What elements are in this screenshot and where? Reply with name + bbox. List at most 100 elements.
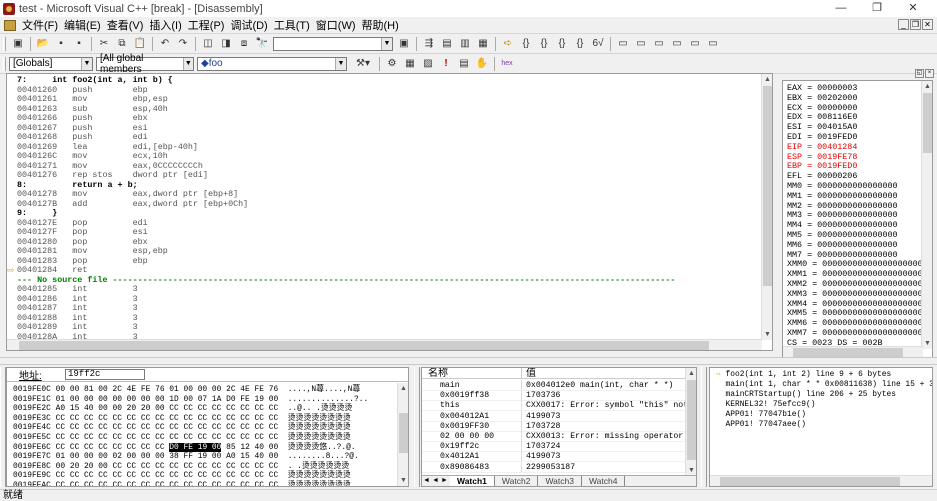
chevron-down-icon[interactable]: ▼ xyxy=(335,57,346,70)
memory-window-icon[interactable]: ▭ xyxy=(668,36,686,52)
memory-row[interactable]: 0019FE2C A0 15 40 00 00 20 20 00 CC CC C… xyxy=(13,404,352,414)
watch-row-value[interactable]: 4199073 xyxy=(522,411,690,421)
callstack-window[interactable]: ⇨ foo2(int 1, int 2) line 9 + 6 bytes ma… xyxy=(709,367,933,487)
register-value[interactable]: MM0 = 0000000000000000 xyxy=(787,181,898,191)
find-combo[interactable]: ▼ xyxy=(273,36,393,51)
watch-row-name[interactable]: 0x89086483 xyxy=(422,461,522,472)
watch-col-name[interactable]: 名称 xyxy=(422,368,522,379)
hand-icon[interactable]: ✋ xyxy=(473,56,491,72)
mdi-close-button[interactable]: ✕ xyxy=(922,19,933,30)
register-value[interactable]: ECX = 00000000 xyxy=(787,103,857,113)
register-value[interactable]: MM7 = 0000000000000000 xyxy=(787,250,898,260)
disassembly-vscrollbar[interactable]: ▲ ▼ xyxy=(761,74,772,340)
disasm-line[interactable]: 00401289 int 3 xyxy=(17,323,138,332)
callstack-frame[interactable]: APP01! 77047b1e() xyxy=(716,410,806,420)
chevron-down-icon[interactable]: ▼ xyxy=(381,37,392,50)
watch-col-value[interactable]: 值 xyxy=(522,368,690,379)
register-value[interactable]: EFL = 00000206 xyxy=(787,171,857,181)
mdi-restore-button[interactable]: ❐ xyxy=(910,19,921,30)
filter-combo[interactable]: [All global members ▼ xyxy=(96,53,194,75)
register-value[interactable]: XMM0 = 0000000000000000000000 xyxy=(787,259,932,269)
address-input[interactable]: 19ff2c xyxy=(65,369,145,380)
open-icon[interactable]: 📂 xyxy=(34,36,52,52)
scroll-thumb[interactable] xyxy=(19,341,709,350)
minimize-button[interactable]: — xyxy=(823,0,859,17)
scroll-up-icon[interactable]: ▲ xyxy=(762,74,772,85)
first-tab-icon[interactable]: ◄ xyxy=(422,476,431,486)
register-value[interactable]: MM3 = 0000000000000000 xyxy=(787,210,898,220)
watch-row-value[interactable]: 1703724 xyxy=(522,441,690,451)
registers-window[interactable]: EAX = 00000003 EBX = 00202000 ECX = 000000… xyxy=(782,80,933,358)
compile-icon[interactable]: ⇶ xyxy=(420,36,438,52)
callstack-window-icon[interactable]: ▭ xyxy=(686,36,704,52)
disasm-line[interactable]: 00401285 int 3 xyxy=(17,285,138,294)
document-icon[interactable] xyxy=(4,19,16,31)
register-value[interactable]: ESI = 004015A0 xyxy=(787,122,857,132)
exclamation-icon[interactable]: ! xyxy=(437,56,455,72)
callstack-frame[interactable]: ⇨ foo2(int 1, int 2) line 9 + 6 bytes xyxy=(716,370,891,380)
memory-row[interactable]: 0019FE6C CC CC CC CC CC CC CC CC D0 FE 1… xyxy=(13,442,356,453)
register-value[interactable]: XMM2 = 0000000000000000000000 xyxy=(787,279,932,289)
memory-row[interactable]: 0019FE4C CC CC CC CC CC CC CC CC CC CC C… xyxy=(13,423,351,433)
scroll-down-icon[interactable]: ▼ xyxy=(398,475,408,486)
workspace-icon[interactable]: ▣ xyxy=(9,36,27,52)
watch-window-icon[interactable]: ▭ xyxy=(614,36,632,52)
save-icon[interactable]: ▪ xyxy=(52,36,70,52)
toolbar-grip[interactable] xyxy=(3,56,6,71)
watch-row-value[interactable]: 1703728 xyxy=(522,421,690,431)
callstack-hscrollbar[interactable] xyxy=(710,475,932,486)
scroll-up-icon[interactable]: ▲ xyxy=(922,81,932,92)
callstack-frame[interactable]: mainCRTStartup() line 206 + 25 bytes xyxy=(716,390,895,400)
register-value[interactable]: EDI = 0019FED0 xyxy=(787,132,857,142)
disasm-line[interactable]: 00401287 int 3 xyxy=(17,304,138,313)
redo-icon[interactable]: ↷ xyxy=(174,36,192,52)
watch-row-value[interactable]: 2299053187 xyxy=(522,462,690,472)
batch-build-icon[interactable]: ▨ xyxy=(419,56,437,72)
register-value[interactable]: XMM6 = 0000000000000000000000 xyxy=(787,318,932,328)
memory-row[interactable]: 0019FE9C CC CC CC CC CC CC CC CC CC CC C… xyxy=(13,471,351,481)
watch-row-name[interactable]: 02 00 00 00 xyxy=(422,431,522,441)
chevron-down-icon[interactable]: ▼ xyxy=(182,57,193,70)
memory-window[interactable]: 地址: 19ff2c 0019FE0C 00 00 81 00 2C 4E FE… xyxy=(6,367,409,487)
registers-window-icon[interactable]: ▭ xyxy=(650,36,668,52)
scroll-thumb[interactable] xyxy=(793,348,903,357)
find-icon[interactable]: ▣ xyxy=(395,36,413,52)
watch-window[interactable]: 名称 值 main 0x004012e0 main(int, char * *) 0… xyxy=(421,367,697,487)
prev-tab-icon[interactable]: ◄ xyxy=(431,476,440,486)
memory-row[interactable]: 0019FEAC CC CC CC CC CC CC CC CC CC CC C… xyxy=(13,481,351,486)
memory-row[interactable]: 0019FE7C 01 00 00 00 02 00 00 00 38 FF 1… xyxy=(13,452,359,462)
watch-row-name[interactable]: 0x0019FF30 xyxy=(422,420,522,431)
menu-project[interactable]: 工程(P) xyxy=(185,17,228,33)
scroll-down-icon[interactable]: ▼ xyxy=(922,338,932,349)
compile-file-icon[interactable]: ⚙ xyxy=(383,56,401,72)
run-to-cursor-icon[interactable]: {} xyxy=(571,36,589,52)
mdi-minimize-button[interactable]: _ xyxy=(898,19,909,30)
next-tab-icon[interactable]: ► xyxy=(440,476,449,486)
execute-icon[interactable]: ▦ xyxy=(474,36,492,52)
go-icon[interactable]: ➪ xyxy=(499,36,517,52)
register-value[interactable]: MM4 = 0000000000000000 xyxy=(787,220,898,230)
variables-window-icon[interactable]: ▭ xyxy=(632,36,650,52)
tab-watch3[interactable]: Watch3 xyxy=(538,476,582,486)
float-icon[interactable]: ◱ xyxy=(915,69,924,78)
disasm-line[interactable]: 00401284 ret xyxy=(17,266,87,275)
memory-row-hex-selected[interactable]: D0 FE 19 00 xyxy=(169,442,222,452)
memory-row[interactable]: 0019FE5C CC CC CC CC CC CC CC CC CC CC C… xyxy=(13,433,351,443)
register-value[interactable]: MM5 = 0000000000000000 xyxy=(787,230,898,240)
watch-row[interactable]: 0x89086483 2299053187 xyxy=(422,461,690,473)
scroll-up-icon[interactable]: ▲ xyxy=(686,368,696,379)
step-into-icon[interactable]: {} xyxy=(517,36,535,52)
register-value[interactable]: EBX = 00202000 xyxy=(787,93,857,103)
watch-row-value[interactable]: CXX0017: Error: symbol "this" not found xyxy=(522,400,690,410)
toolbar-grip[interactable] xyxy=(3,36,6,51)
find-in-files-icon[interactable]: 🔭 xyxy=(253,36,271,52)
workspace-window-icon[interactable]: ◫ xyxy=(199,36,217,52)
wizard-action-icon[interactable]: ⚒▾ xyxy=(350,56,376,72)
menu-insert[interactable]: 插入(I) xyxy=(146,17,184,33)
register-value[interactable]: XMM1 = 0000000000000000000000 xyxy=(787,269,932,279)
register-value[interactable]: ESP = 0019FE78 xyxy=(787,152,857,162)
disasm-line[interactable]: 7: int foo2(int a, int b) { xyxy=(17,76,173,85)
callstack-grip[interactable] xyxy=(701,367,707,487)
tab-watch1[interactable]: Watch1 xyxy=(450,476,495,486)
memory-row[interactable]: 0019FE0C 00 00 81 00 2C 4E FE 76 01 00 0… xyxy=(13,385,360,395)
